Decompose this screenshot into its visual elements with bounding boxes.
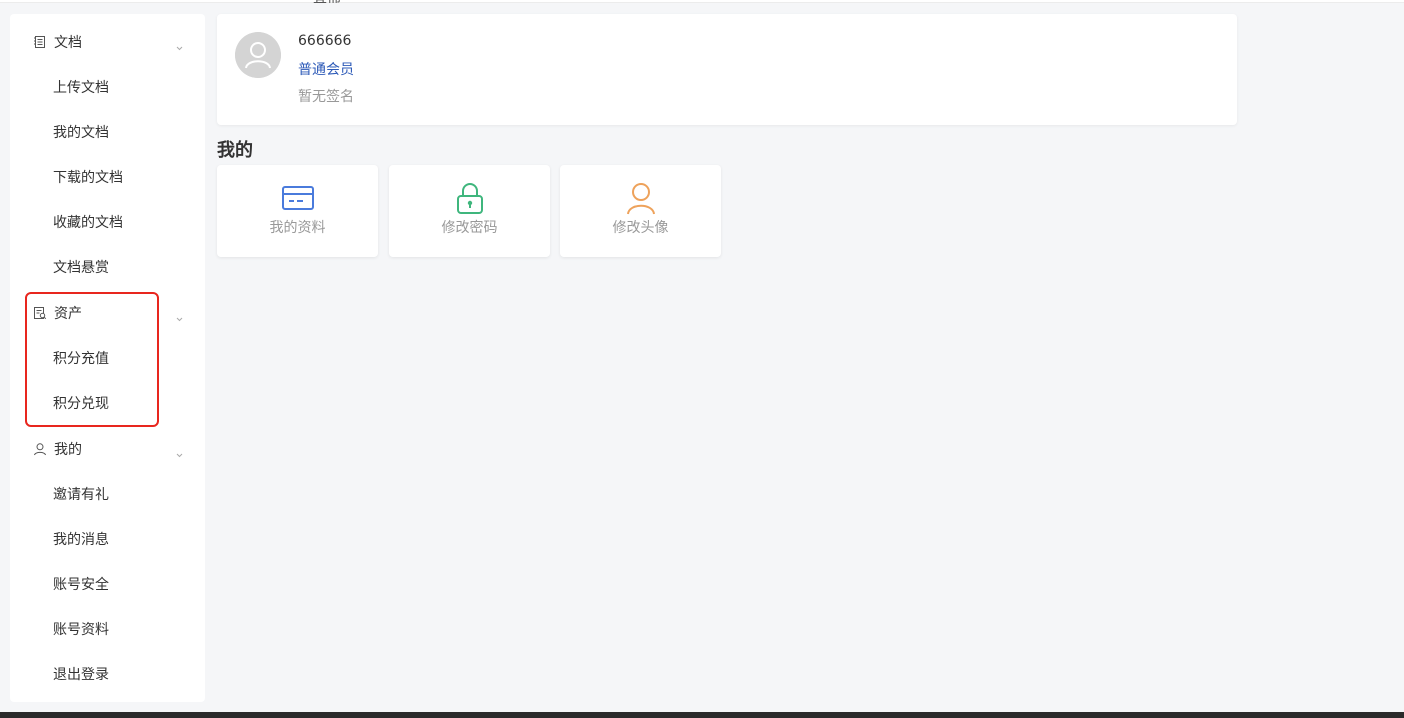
sidebar-group-label: 文档 xyxy=(54,34,82,51)
profile-card: 666666 普通会员 暂无签名 xyxy=(217,14,1237,125)
bottom-taskbar-strip xyxy=(0,712,1404,718)
sidebar-group-documents-header[interactable]: 文档 xyxy=(10,19,205,64)
sidebar-item-invite-reward[interactable]: 邀请有礼 xyxy=(10,471,205,516)
sidebar-item-my-documents[interactable]: 我的文档 xyxy=(10,109,205,154)
sidebar-item-points-recharge[interactable]: 积分充值 xyxy=(10,335,205,380)
quick-action-change-password[interactable]: 修改密码 xyxy=(389,165,550,257)
username: 666666 xyxy=(298,33,352,49)
asset-icon xyxy=(33,306,47,320)
sidebar-item-favorite-documents[interactable]: 收藏的文档 xyxy=(10,199,205,244)
sidebar-group-label: 资产 xyxy=(54,305,82,322)
sidebar-item-my-messages[interactable]: 我的消息 xyxy=(10,516,205,561)
document-list-icon xyxy=(33,35,47,49)
sidebar-group-assets-header[interactable]: 资产 xyxy=(10,290,205,335)
top-header-strip xyxy=(0,0,1404,3)
sidebar-group-mine-header[interactable]: 我的 xyxy=(10,426,205,471)
sidebar-item-logout[interactable]: 退出登录 xyxy=(10,651,205,696)
chevron-down-icon xyxy=(176,308,183,322)
quick-action-label: 修改密码 xyxy=(441,220,498,236)
chevron-down-icon xyxy=(176,444,183,458)
default-avatar-icon xyxy=(235,32,281,78)
sidebar-item-account-security[interactable]: 账号安全 xyxy=(10,561,205,606)
sidebar-item-upload-document[interactable]: 上传文档 xyxy=(10,64,205,109)
sidebar-group-label: 我的 xyxy=(54,441,82,458)
lock-icon xyxy=(453,181,487,215)
quick-action-label: 我的资料 xyxy=(269,220,326,236)
sidebar-group-mine: 我的 邀请有礼 我的消息 账号安全 账号资料 退出登录 xyxy=(10,426,205,696)
sidebar-item-account-profile[interactable]: 账号资料 xyxy=(10,606,205,651)
chevron-down-icon xyxy=(176,37,183,51)
quick-action-label: 修改头像 xyxy=(612,220,669,236)
sidebar-group-documents: 文档 上传文档 我的文档 下载的文档 收藏的文档 文档悬赏 xyxy=(10,19,205,289)
card-icon xyxy=(281,181,315,215)
avatar[interactable] xyxy=(235,32,281,78)
header-cut-text[interactable]: 其他 xyxy=(313,0,341,3)
sidebar-item-document-bounty[interactable]: 文档悬赏 xyxy=(10,244,205,289)
quick-action-my-profile[interactable]: 我的资料 xyxy=(217,165,378,257)
sidebar-item-points-redeem[interactable]: 积分兑现 xyxy=(10,380,205,425)
section-title: 我的 xyxy=(217,140,253,161)
quick-action-change-avatar[interactable]: 修改头像 xyxy=(560,165,721,257)
sidebar-group-assets: 资产 积分充值 积分兑现 xyxy=(10,290,205,425)
sidebar: 文档 上传文档 我的文档 下载的文档 收藏的文档 文档悬赏 资产 积分充值 积分… xyxy=(10,14,205,702)
user-avatar-icon xyxy=(624,181,658,215)
sidebar-item-downloaded-documents[interactable]: 下载的文档 xyxy=(10,154,205,199)
member-level[interactable]: 普通会员 xyxy=(298,59,354,79)
signature: 暂无签名 xyxy=(298,89,354,105)
user-icon xyxy=(33,442,47,456)
